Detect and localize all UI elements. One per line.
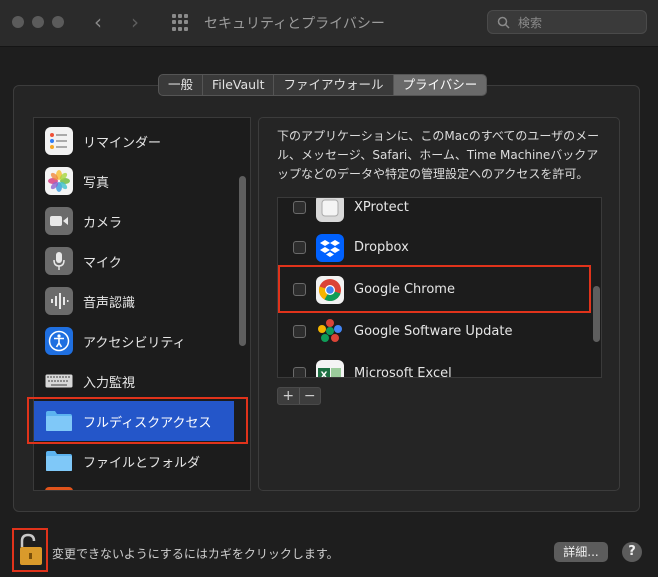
permission-description: 下のアプリケーションに、このMacのすべてのユーザのメール、メッセージ、Safa… — [277, 129, 600, 181]
sidebar-item-files-and-folders[interactable]: ファイルとフォルダ — [34, 441, 234, 481]
reminders-icon — [45, 127, 73, 155]
excel-icon: X — [316, 360, 344, 378]
sidebar-item-camera[interactable]: カメラ — [34, 201, 234, 241]
sidebar-item-label: 写真 — [83, 176, 110, 191]
sidebar-item-label: 入力監視 — [83, 376, 136, 391]
sidebar-item-label: リマインダー — [83, 136, 162, 151]
help-button[interactable]: ? — [622, 542, 642, 562]
camera-icon — [45, 207, 73, 235]
tab-general[interactable]: 一般 — [159, 75, 204, 95]
photos-icon — [45, 167, 73, 195]
svg-text:X: X — [321, 371, 328, 378]
accessibility-icon — [45, 327, 73, 355]
sidebar-item-accessibility[interactable]: アクセシビリティ — [34, 321, 234, 361]
app-name: Dropbox — [354, 240, 409, 255]
app-row-google-software-update[interactable]: Google Software Update — [278, 311, 588, 353]
sidebar-item-label: アクセシビリティ — [83, 336, 186, 351]
title-bar: ‹ › セキュリティとプライバシー — [0, 0, 658, 47]
sidebar-item-speech-recognition[interactable]: 音声認識 — [34, 281, 234, 321]
app-checkbox[interactable] — [293, 325, 306, 338]
sidebar-scrollbar[interactable] — [239, 176, 246, 346]
tab-privacy[interactable]: プライバシー — [393, 75, 487, 95]
app-checkbox[interactable] — [293, 201, 306, 214]
tab-filevault[interactable]: FileVault — [203, 75, 275, 95]
app-checkbox[interactable] — [293, 241, 306, 254]
sidebar-item-photos[interactable]: 写真 — [34, 161, 234, 201]
search-icon — [497, 16, 510, 29]
sidebar-item-label: ファイルとフォルダ — [83, 456, 201, 471]
tab-firewall[interactable]: ファイアウォール — [274, 75, 394, 95]
folder-icon — [45, 447, 73, 475]
app-row-dropbox[interactable]: Dropbox — [278, 227, 588, 269]
app-name: Google Software Update — [354, 324, 513, 339]
back-icon[interactable]: ‹ — [94, 10, 102, 34]
keyboard-icon — [45, 367, 73, 395]
search-input[interactable] — [516, 14, 640, 32]
app-row-xprotect[interactable]: XProtect — [278, 198, 588, 229]
microphone-icon — [45, 247, 73, 275]
sidebar-item-input-monitoring[interactable]: 入力監視 — [34, 361, 234, 401]
remove-app-button[interactable]: − — [300, 388, 321, 404]
tab-bar: 一般 FileVault ファイアウォール プライバシー — [158, 74, 488, 96]
add-app-button[interactable]: + — [278, 388, 300, 404]
xprotect-icon — [316, 198, 344, 222]
forward-icon[interactable]: › — [131, 10, 139, 34]
app-row-microsoft-excel[interactable]: X Microsoft Excel — [278, 353, 588, 378]
highlight-box-full-disk-access — [27, 397, 248, 444]
close-window-button[interactable] — [12, 16, 24, 28]
highlight-box-google-chrome — [278, 265, 591, 313]
lock-status-text: 変更できないようにするにはカギをクリックします。 — [52, 547, 339, 561]
partial-app-icon — [45, 487, 73, 490]
dropbox-icon — [316, 234, 344, 262]
app-list-scrollbar[interactable] — [593, 286, 600, 342]
sidebar-item-label: 音声認識 — [83, 296, 136, 311]
sidebar-item-reminders[interactable]: リマインダー — [34, 121, 234, 161]
sidebar-item-microphone[interactable]: マイク — [34, 241, 234, 281]
search-field[interactable] — [487, 10, 647, 34]
window-title: セキュリティとプライバシー — [204, 16, 385, 32]
add-remove-control: + − — [277, 387, 321, 405]
app-name: Microsoft Excel — [354, 366, 452, 378]
google-software-update-icon — [316, 318, 344, 346]
app-checkbox[interactable] — [293, 367, 306, 377]
speech-recognition-icon — [45, 287, 73, 315]
sidebar-item-label: カメラ — [83, 216, 123, 231]
minimize-window-button[interactable] — [32, 16, 44, 28]
show-all-grid-icon[interactable] — [172, 14, 189, 31]
sidebar-item-label: マイク — [83, 256, 122, 271]
advanced-button[interactable]: 詳細... — [554, 542, 608, 562]
highlight-box-lock — [12, 528, 48, 572]
zoom-window-button[interactable] — [52, 16, 64, 28]
app-name: XProtect — [354, 200, 409, 215]
